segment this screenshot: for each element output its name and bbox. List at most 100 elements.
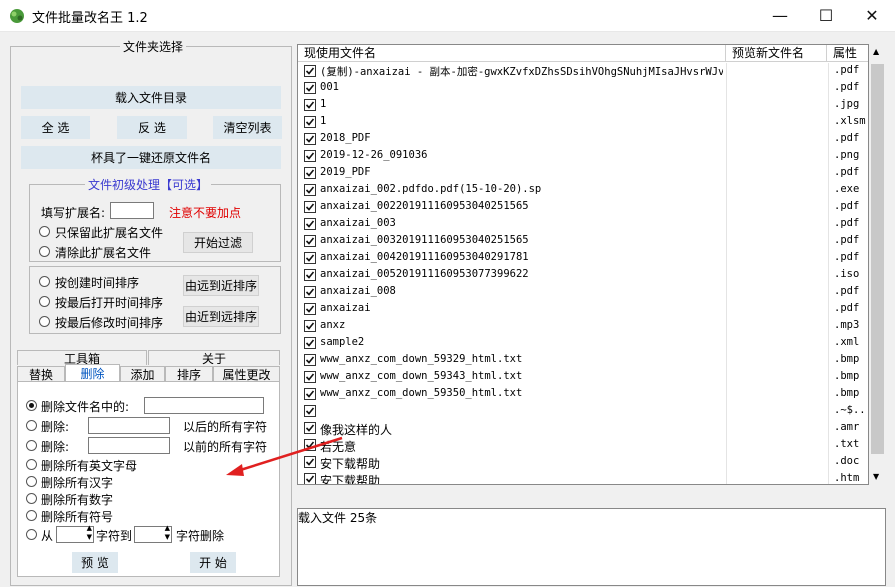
table-row[interactable]: anxaizai_008 .pdf xyxy=(298,284,868,301)
tab-attributes[interactable]: 属性更改 xyxy=(213,366,280,382)
row-checkbox[interactable] xyxy=(304,99,316,111)
table-row[interactable]: (复制)-anxaizai - 副本-加密-gwxKZvfxDZhsSDsihV… xyxy=(298,63,868,80)
table-row[interactable]: 安下载帮助 .htm xyxy=(298,471,868,484)
delete-digits-radio[interactable] xyxy=(26,493,37,504)
tab-delete[interactable]: 删除 xyxy=(65,364,120,381)
table-row[interactable]: 若无意 .txt xyxy=(298,437,868,454)
ext-input[interactable] xyxy=(110,202,154,219)
table-row[interactable]: 1 .xlsm xyxy=(298,114,868,131)
preview-button[interactable]: 预 览 xyxy=(72,552,118,573)
table-row[interactable]: anxaizai .pdf xyxy=(298,301,868,318)
col-header-preview[interactable]: 预览新文件名 xyxy=(726,45,827,62)
row-checkbox[interactable] xyxy=(304,320,316,332)
row-checkbox[interactable] xyxy=(304,269,316,281)
row-checkbox[interactable] xyxy=(304,252,316,264)
row-checkbox[interactable] xyxy=(304,235,316,247)
near-to-far-button[interactable]: 由近到远排序 xyxy=(183,306,259,327)
row-preview-name xyxy=(726,182,829,199)
tab-add[interactable]: 添加 xyxy=(120,366,165,382)
table-row[interactable]: anxaizai_004201911160953040291781 .pdf xyxy=(298,250,868,267)
table-row[interactable]: 001 .pdf xyxy=(298,80,868,97)
sort-create-radio[interactable] xyxy=(39,276,50,287)
checkmark-icon xyxy=(305,339,315,347)
select-all-button[interactable]: 全 选 xyxy=(21,116,90,139)
row-checkbox[interactable] xyxy=(304,150,316,162)
minimize-button[interactable]: — xyxy=(757,0,803,31)
row-checkbox[interactable] xyxy=(304,337,316,349)
col-header-current[interactable]: 现使用文件名 xyxy=(298,45,726,62)
tab-replace[interactable]: 替换 xyxy=(17,366,65,382)
tab-about[interactable]: 关于 xyxy=(148,350,280,366)
start-filter-button[interactable]: 开始过滤 xyxy=(183,232,253,253)
delete-symbols-radio[interactable] xyxy=(26,510,37,521)
invert-selection-button[interactable]: 反 选 xyxy=(117,116,187,139)
table-row[interactable]: 2018_PDF .pdf xyxy=(298,131,868,148)
table-row[interactable]: www_anxz_com_down_59343_html.txt .bmp xyxy=(298,369,868,386)
table-row[interactable]: sample2 .xml xyxy=(298,335,868,352)
table-row[interactable]: 安下载帮助 .doc xyxy=(298,454,868,471)
table-row[interactable]: 像我这样的人 .amr xyxy=(298,420,868,437)
restore-names-button[interactable]: 杯具了一键还原文件名 xyxy=(21,146,281,169)
table-row[interactable]: www_anxz_com_down_59350_html.txt .bmp xyxy=(298,386,868,403)
delete-before-input[interactable] xyxy=(88,437,170,454)
row-checkbox[interactable] xyxy=(304,82,316,94)
delete-contains-input[interactable] xyxy=(144,397,264,414)
table-row[interactable]: 2019_PDF .pdf xyxy=(298,165,868,182)
keep-ext-radio[interactable] xyxy=(39,226,50,237)
list-vertical-scrollbar[interactable]: ▲ ▼ xyxy=(869,44,886,485)
maximize-button[interactable]: ☐ xyxy=(803,0,849,31)
sort-modify-radio[interactable] xyxy=(39,316,50,327)
table-row[interactable]: 1 .jpg xyxy=(298,97,868,114)
row-checkbox[interactable] xyxy=(304,184,316,196)
folder-group-title: 文件夹选择 xyxy=(120,38,187,55)
row-checkbox[interactable] xyxy=(304,116,316,128)
table-row[interactable]: 2019-12-26_091036 .png xyxy=(298,148,868,165)
close-button[interactable]: ✕ xyxy=(849,0,895,31)
row-checkbox[interactable] xyxy=(304,65,316,77)
table-row[interactable]: .~$... xyxy=(298,403,868,420)
table-row[interactable]: anxaizai_002.pdfdo.pdf(15-10-20).sp .exe xyxy=(298,182,868,199)
scroll-thumb[interactable] xyxy=(871,64,884,454)
tab-sort[interactable]: 排序 xyxy=(165,366,213,382)
row-checkbox[interactable] xyxy=(304,286,316,298)
delete-letters-radio[interactable] xyxy=(26,459,37,470)
scroll-down-icon[interactable]: ▼ xyxy=(873,472,879,481)
far-to-near-button[interactable]: 由远到近排序 xyxy=(183,275,259,296)
row-checkbox[interactable] xyxy=(304,371,316,383)
row-preview-name xyxy=(726,386,829,403)
delete-after-input[interactable] xyxy=(88,417,170,434)
row-attribute: .~$... xyxy=(834,404,869,416)
tab-toolbox[interactable]: 工具箱 xyxy=(17,350,147,366)
scroll-up-icon[interactable]: ▲ xyxy=(873,47,879,56)
sort-open-radio[interactable] xyxy=(39,296,50,307)
delete-chinese-radio[interactable] xyxy=(26,476,37,487)
table-row[interactable]: anxaizai_003201911160953040251565 .pdf xyxy=(298,233,868,250)
table-row[interactable]: anxaizai_002201911160953040251565 .pdf xyxy=(298,199,868,216)
row-checkbox[interactable] xyxy=(304,218,316,230)
row-checkbox[interactable] xyxy=(304,201,316,213)
row-checkbox[interactable] xyxy=(304,354,316,366)
clear-list-button[interactable]: 清空列表 xyxy=(213,116,282,139)
table-row[interactable]: anxaizai_005201911160953077399622 .iso xyxy=(298,267,868,284)
row-checkbox[interactable] xyxy=(304,405,316,417)
row-attribute: .xml xyxy=(834,336,860,348)
delete-after-radio[interactable] xyxy=(26,420,37,431)
range-end-stepper[interactable]: ▲ ▼ xyxy=(134,524,172,543)
row-checkbox[interactable] xyxy=(304,303,316,315)
col-header-attr[interactable]: 属性 xyxy=(827,45,868,62)
row-checkbox[interactable] xyxy=(304,167,316,179)
file-list[interactable]: 现使用文件名 预览新文件名 属性 (复制)-anxaizai - 副本-加密-g… xyxy=(297,44,869,485)
load-dir-button[interactable]: 载入文件目录 xyxy=(21,86,281,109)
table-row[interactable]: anxz .mp3 xyxy=(298,318,868,335)
row-checkbox[interactable] xyxy=(304,133,316,145)
delete-before-radio[interactable] xyxy=(26,440,37,451)
start-button[interactable]: 开 始 xyxy=(190,552,236,573)
range-start-stepper[interactable]: ▲ ▼ xyxy=(56,524,94,543)
clear-ext-radio[interactable] xyxy=(39,246,50,257)
delete-contains-radio[interactable] xyxy=(26,400,37,411)
table-row[interactable]: anxaizai_003 .pdf xyxy=(298,216,868,233)
delete-range-radio[interactable] xyxy=(26,529,37,540)
row-checkbox[interactable] xyxy=(304,388,316,400)
table-row[interactable]: www_anxz_com_down_59329_html.txt .bmp xyxy=(298,352,868,369)
delete-range-from-label: 从 xyxy=(41,529,54,543)
